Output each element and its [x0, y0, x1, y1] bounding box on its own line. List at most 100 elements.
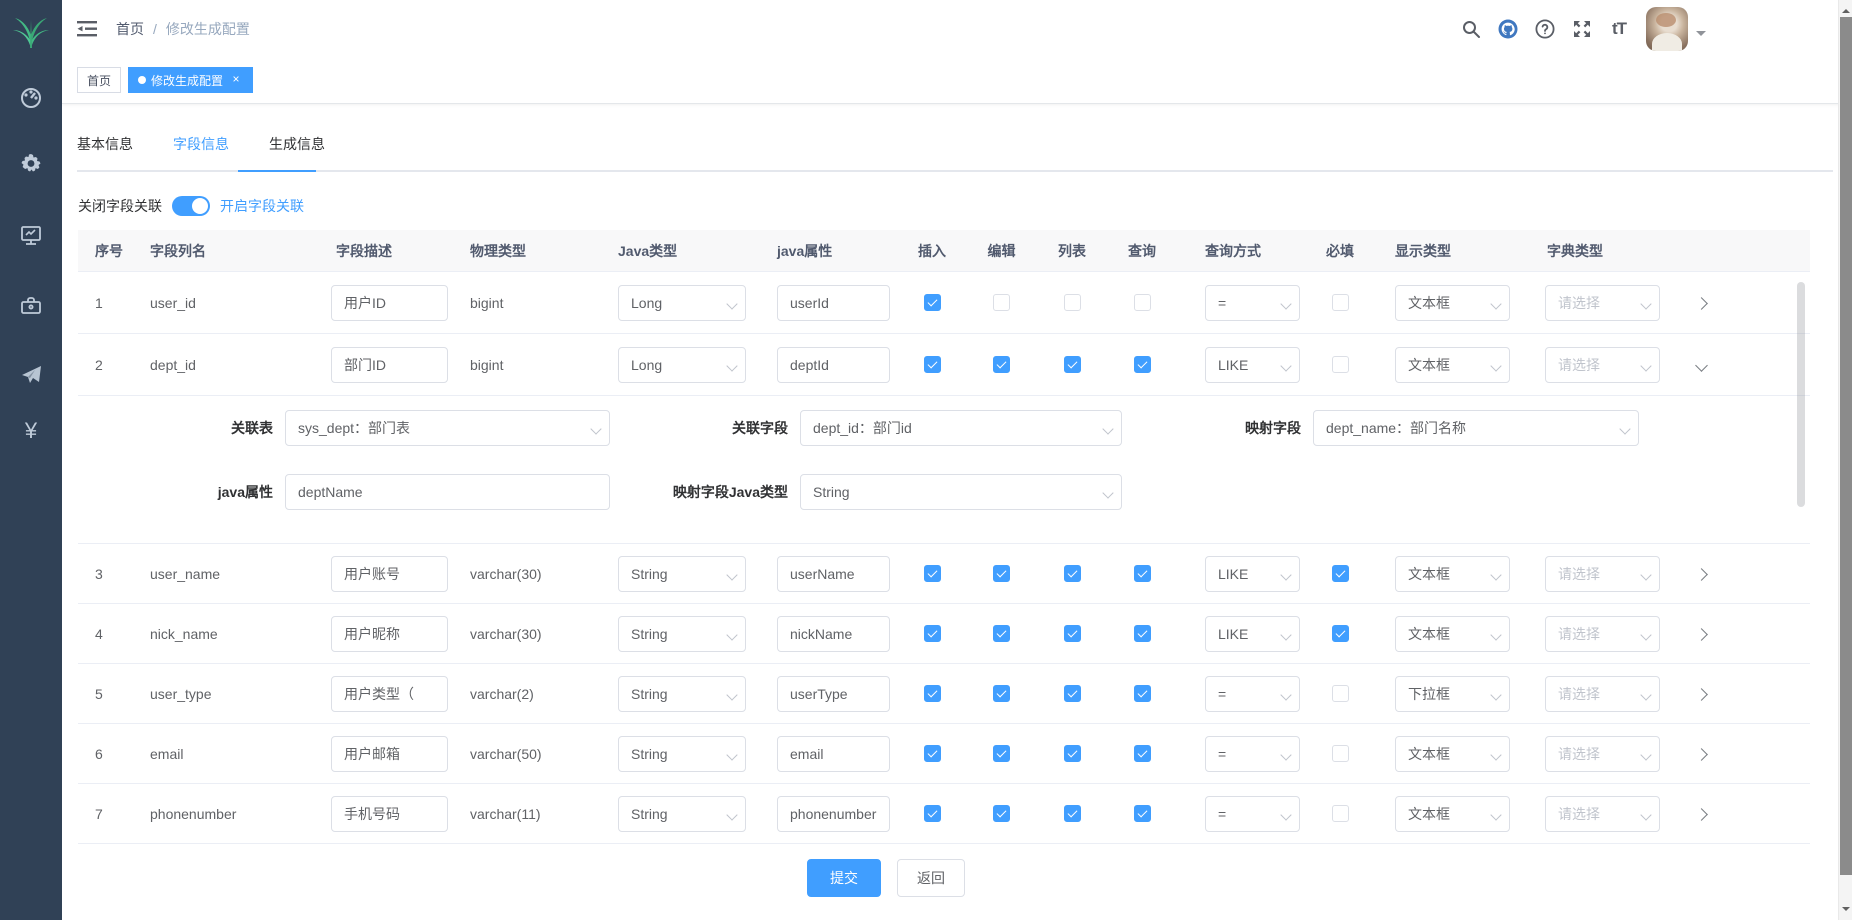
map-java-type-select[interactable]: String [800, 474, 1122, 510]
field-desc-input[interactable] [331, 796, 448, 832]
user-menu-caret-icon[interactable] [1696, 31, 1706, 41]
github-icon[interactable] [1497, 18, 1519, 40]
dict-type-select[interactable]: 请选择 [1545, 616, 1660, 652]
query-checkbox[interactable] [1134, 625, 1151, 642]
field-desc-input[interactable] [331, 347, 448, 383]
insert-checkbox[interactable] [924, 745, 941, 762]
dict-type-select[interactable]: 请选择 [1545, 556, 1660, 592]
query-type-select[interactable]: LIKE [1205, 347, 1300, 383]
query-type-select[interactable]: = [1205, 736, 1300, 772]
java-type-select[interactable]: Long [618, 347, 746, 383]
page-scrollbar-thumb[interactable] [1840, 17, 1852, 875]
app-logo-icon[interactable] [11, 8, 51, 52]
expand-row-icon[interactable] [1695, 359, 1708, 372]
expand-row-icon[interactable] [1695, 628, 1708, 641]
required-checkbox[interactable] [1332, 745, 1349, 762]
field-desc-input[interactable] [331, 736, 448, 772]
submit-button[interactable]: 提交 [807, 859, 881, 897]
insert-checkbox[interactable] [924, 805, 941, 822]
dict-type-select[interactable]: 请选择 [1545, 676, 1660, 712]
list-checkbox[interactable] [1064, 565, 1081, 582]
java-type-select[interactable]: String [618, 556, 746, 592]
dict-type-select[interactable]: 请选择 [1545, 285, 1660, 321]
page-scrollbar[interactable] [1838, 0, 1852, 920]
required-checkbox[interactable] [1332, 565, 1349, 582]
java-type-select[interactable]: String [618, 616, 746, 652]
map-field-select[interactable]: dept_name：部门名称 [1313, 410, 1639, 446]
expand-row-icon[interactable] [1695, 568, 1708, 581]
java-type-select[interactable]: Long [618, 285, 746, 321]
insert-checkbox[interactable] [924, 565, 941, 582]
list-checkbox[interactable] [1064, 685, 1081, 702]
field-desc-input[interactable] [331, 676, 448, 712]
java-attr-input[interactable] [777, 676, 890, 712]
sidebar-item-guide[interactable] [19, 363, 43, 387]
java-type-select[interactable]: String [618, 676, 746, 712]
sidebar-item-dashboard[interactable] [19, 85, 43, 109]
display-type-select[interactable]: 文本框 [1395, 796, 1510, 832]
insert-checkbox[interactable] [924, 356, 941, 373]
display-type-select[interactable]: 下拉框 [1395, 676, 1510, 712]
tag-close-icon[interactable]: × [229, 73, 243, 87]
back-button[interactable]: 返回 [897, 859, 965, 897]
display-type-select[interactable]: 文本框 [1395, 285, 1510, 321]
edit-checkbox[interactable] [993, 685, 1010, 702]
edit-checkbox[interactable] [993, 565, 1010, 582]
sidebar-item-tools[interactable] [19, 294, 43, 318]
query-checkbox[interactable] [1134, 745, 1151, 762]
sidebar-item-monitor[interactable] [19, 223, 43, 247]
java-type-select[interactable]: String [618, 796, 746, 832]
expand-row-icon[interactable] [1695, 808, 1708, 821]
field-desc-input[interactable] [331, 616, 448, 652]
scrollbar-down-arrow-icon[interactable] [1842, 907, 1850, 915]
query-checkbox[interactable] [1134, 805, 1151, 822]
fullscreen-icon[interactable] [1571, 18, 1593, 40]
list-checkbox[interactable] [1064, 294, 1081, 311]
tab-basic-info[interactable]: 基本信息 [77, 118, 153, 170]
list-checkbox[interactable] [1064, 356, 1081, 373]
insert-checkbox[interactable] [924, 685, 941, 702]
required-checkbox[interactable] [1332, 685, 1349, 702]
required-checkbox[interactable] [1332, 356, 1349, 373]
breadcrumb-home[interactable]: 首页 [116, 19, 144, 39]
required-checkbox[interactable] [1332, 805, 1349, 822]
sidebar-item-system-settings[interactable] [19, 152, 43, 176]
query-checkbox[interactable] [1134, 356, 1151, 373]
field-relation-switch[interactable] [172, 196, 210, 216]
required-checkbox[interactable] [1332, 294, 1349, 311]
query-checkbox[interactable] [1134, 685, 1151, 702]
tab-field-info[interactable]: 字段信息 [153, 118, 249, 170]
insert-checkbox[interactable] [924, 294, 941, 311]
query-type-select[interactable]: LIKE [1205, 556, 1300, 592]
list-checkbox[interactable] [1064, 625, 1081, 642]
query-checkbox[interactable] [1134, 565, 1151, 582]
display-type-select[interactable]: 文本框 [1395, 616, 1510, 652]
relation-field-select[interactable]: dept_id：部门id [800, 410, 1122, 446]
font-size-icon[interactable]: tT [1608, 18, 1630, 40]
relation-table-select[interactable]: sys_dept：部门表 [285, 410, 610, 446]
java-type-select[interactable]: String [618, 736, 746, 772]
field-desc-input[interactable] [331, 285, 448, 321]
query-type-select[interactable]: LIKE [1205, 616, 1300, 652]
java-attr-input[interactable] [777, 285, 890, 321]
expand-row-icon[interactable] [1695, 297, 1708, 310]
expand-row-icon[interactable] [1695, 748, 1708, 761]
edit-checkbox[interactable] [993, 294, 1010, 311]
query-type-select[interactable]: = [1205, 676, 1300, 712]
display-type-select[interactable]: 文本框 [1395, 736, 1510, 772]
edit-checkbox[interactable] [993, 745, 1010, 762]
query-type-select[interactable]: = [1205, 796, 1300, 832]
help-icon[interactable] [1534, 18, 1556, 40]
display-type-select[interactable]: 文本框 [1395, 556, 1510, 592]
java-attr-input[interactable] [777, 556, 890, 592]
insert-checkbox[interactable] [924, 625, 941, 642]
sub-java-attr-input[interactable] [285, 474, 610, 510]
java-attr-input[interactable] [777, 616, 890, 652]
dict-type-select[interactable]: 请选择 [1545, 796, 1660, 832]
edit-checkbox[interactable] [993, 625, 1010, 642]
java-attr-input[interactable] [777, 347, 890, 383]
java-attr-input[interactable] [777, 736, 890, 772]
table-scrollbar-thumb[interactable] [1797, 282, 1805, 507]
tag-current-page[interactable]: 修改生成配置 × [128, 67, 253, 93]
query-checkbox[interactable] [1134, 294, 1151, 311]
